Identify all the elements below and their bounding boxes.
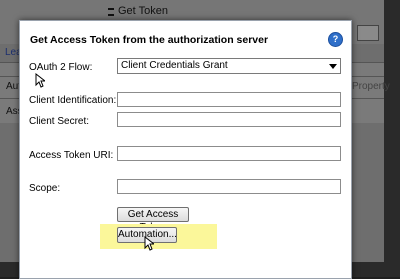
get-token-menu[interactable]: Get Token — [108, 5, 168, 17]
chevron-down-icon — [329, 64, 337, 69]
help-icon[interactable]: ? — [328, 32, 343, 47]
client-secret-input[interactable] — [117, 112, 341, 127]
client-id-label: Client Identification: — [29, 95, 117, 106]
mouse-cursor-icon — [144, 236, 154, 251]
oauth-flow-label: OAuth 2 Flow: — [29, 62, 93, 73]
access-token-uri-label: Access Token URI: — [29, 150, 114, 161]
background-field — [357, 25, 379, 41]
client-id-input[interactable] — [117, 92, 341, 107]
get-access-token-dialog: Get Access Token from the authorization … — [19, 20, 352, 279]
scope-label: Scope: — [29, 183, 61, 194]
mouse-cursor-icon — [35, 73, 45, 88]
oauth-flow-select[interactable]: Client Credentials Grant — [117, 58, 341, 74]
get-access-token-button[interactable]: Get Access Token — [117, 207, 189, 233]
scope-input[interactable] — [117, 179, 341, 194]
dialog-title: Get Access Token from the authorization … — [30, 34, 269, 46]
property-column-header: Property — [352, 81, 390, 92]
access-token-uri-input[interactable] — [117, 146, 341, 161]
oauth-flow-value: Client Credentials Grant — [121, 60, 228, 71]
client-secret-label: Client Secret: — [29, 116, 90, 127]
